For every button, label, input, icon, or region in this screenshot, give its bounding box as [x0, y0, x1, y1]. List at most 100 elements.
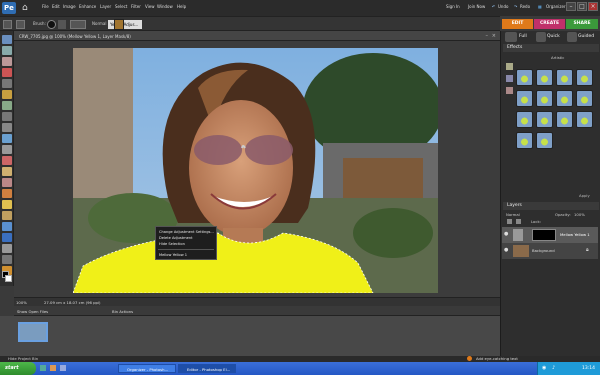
effect-thumb[interactable]: [516, 132, 533, 149]
tab-share[interactable]: SHARE: [566, 19, 598, 29]
layer-styles-icon[interactable]: [506, 75, 513, 82]
type-tool-icon[interactable]: [2, 112, 12, 121]
join-now-link[interactable]: Join Now: [468, 4, 485, 9]
menu-edit[interactable]: Edit: [52, 4, 60, 9]
menu-select[interactable]: Select: [115, 4, 127, 9]
full-edit-icon[interactable]: [505, 32, 517, 42]
delete-layer-icon[interactable]: [516, 219, 521, 224]
quick-edit-tab[interactable]: Quick: [547, 34, 560, 39]
shape-tool-icon[interactable]: [2, 244, 12, 253]
menu-view[interactable]: View: [145, 4, 155, 9]
show-open-files-dropdown[interactable]: Show Open Files: [17, 309, 48, 314]
menu-file[interactable]: File: [42, 4, 49, 9]
effect-thumb[interactable]: [536, 132, 553, 149]
eyedropper-tool-icon[interactable]: [2, 68, 12, 77]
magic-wand-tool-icon[interactable]: [2, 101, 12, 110]
bin-actions-button[interactable]: Bin Actions: [112, 309, 133, 314]
effect-thumb[interactable]: [536, 69, 553, 86]
effect-thumb[interactable]: [516, 69, 533, 86]
layer-name[interactable]: Background: [532, 248, 555, 253]
quicklaunch-icon[interactable]: [40, 365, 46, 371]
home-icon[interactable]: ⌂: [22, 3, 32, 13]
quick-edit-icon[interactable]: [536, 32, 546, 42]
menu-item-change-adjustment[interactable]: Change Adjustment Settings...: [159, 230, 214, 234]
background-color-swatch[interactable]: [5, 275, 12, 282]
volume-icon[interactable]: ♪: [552, 365, 555, 371]
effect-thumb[interactable]: [576, 111, 593, 128]
effect-thumb[interactable]: [516, 111, 533, 128]
effect-thumb[interactable]: [556, 69, 573, 86]
organizer-button[interactable]: Organizer: [546, 4, 566, 9]
zoom-level[interactable]: 100%: [16, 300, 27, 305]
taskbar-editor[interactable]: Editor - Photoshop El...: [178, 364, 236, 373]
brush-size-slider[interactable]: [58, 20, 66, 29]
menu-item-hide-selection[interactable]: Hide Selection: [159, 242, 185, 246]
effect-thumb[interactable]: [556, 90, 573, 107]
tab-create[interactable]: CREATE: [534, 19, 565, 29]
eraser-tool-icon[interactable]: [2, 189, 12, 198]
effect-thumb[interactable]: [536, 90, 553, 107]
brush-preview[interactable]: [47, 20, 56, 29]
open-file-thumb[interactable]: [18, 322, 48, 342]
cookie-cutter-tool-icon[interactable]: [2, 134, 12, 143]
photo-effects-icon[interactable]: [506, 87, 513, 94]
healing-tool-icon[interactable]: [2, 167, 12, 176]
redo-button[interactable]: Redo: [520, 4, 530, 9]
sign-in-link[interactable]: Sign In: [446, 4, 460, 9]
effect-thumb[interactable]: [576, 90, 593, 107]
layers-header[interactable]: Layers: [503, 202, 599, 210]
crop-tool-icon[interactable]: [2, 123, 12, 132]
undo-icon[interactable]: ↶: [492, 4, 495, 9]
hide-project-bin[interactable]: Hide Project Bin: [8, 356, 38, 361]
full-edit-tab[interactable]: Full: [519, 34, 527, 39]
layer-mask-thumb[interactable]: [532, 229, 556, 241]
quicklaunch-icon[interactable]: [60, 365, 66, 371]
menu-item-mellow-yellow[interactable]: Mellow Yellow 1: [159, 253, 187, 257]
layer-row-background[interactable]: ● Background 🔒︎: [502, 243, 598, 259]
menu-image[interactable]: Image: [63, 4, 76, 9]
effect-thumb[interactable]: [516, 90, 533, 107]
maximize-icon[interactable]: □: [577, 2, 587, 11]
eye-icon[interactable]: ●: [504, 247, 508, 253]
zoom-tool-icon[interactable]: [2, 46, 12, 55]
guided-edit-tab[interactable]: Guided: [578, 34, 594, 39]
menu-help[interactable]: Help: [177, 4, 186, 9]
menu-layer[interactable]: Layer: [100, 4, 111, 9]
doc-close-icon[interactable]: ×: [492, 33, 496, 39]
network-icon[interactable]: ◉: [542, 365, 546, 371]
effects-header[interactable]: Effects: [503, 44, 599, 52]
effect-thumb[interactable]: [556, 111, 573, 128]
mode-label[interactable]: Normal: [92, 21, 106, 26]
airbrush-toggle[interactable]: [70, 20, 86, 29]
menu-enhance[interactable]: Enhance: [79, 4, 96, 9]
blur-tool-icon[interactable]: [2, 255, 12, 264]
blend-mode-dropdown[interactable]: Normal: [506, 212, 520, 217]
effects-filter-dropdown[interactable]: Artistic: [551, 55, 564, 60]
menu-item-delete-adjustment[interactable]: Delete Adjustment: [159, 236, 193, 240]
start-button[interactable]: start: [0, 362, 36, 375]
undo-button[interactable]: Undo: [498, 4, 508, 9]
photo-canvas[interactable]: [73, 48, 438, 293]
tip-text[interactable]: Add eye-catching text: [476, 356, 518, 361]
effect-thumb[interactable]: [536, 111, 553, 128]
paint-bucket-tool-icon[interactable]: [2, 222, 12, 231]
tab-edit[interactable]: EDIT: [502, 19, 533, 29]
effect-thumb[interactable]: [576, 69, 593, 86]
brush-tool-icon[interactable]: [2, 200, 12, 209]
layer-row-adjustment[interactable]: ● Mellow Yellow 1: [502, 227, 598, 243]
clone-stamp-tool-icon[interactable]: [2, 178, 12, 187]
brush-preset-icon[interactable]: [16, 20, 25, 29]
smart-brush-tool-icon[interactable]: [2, 211, 12, 220]
document-tab[interactable]: CRW_7705.jpg @ 100% (Mellow Yellow 1, La…: [14, 31, 500, 41]
move-tool-icon[interactable]: [2, 35, 12, 44]
menu-window[interactable]: Window: [157, 4, 173, 9]
minimize-icon[interactable]: –: [566, 2, 576, 11]
opacity-field[interactable]: 100%: [574, 212, 585, 217]
new-layer-icon[interactable]: [507, 219, 512, 224]
taskbar-organizer[interactable]: Organizer - Photosh...: [118, 364, 176, 373]
filters-icon[interactable]: [506, 63, 513, 70]
eye-icon[interactable]: ●: [504, 231, 508, 237]
guided-edit-icon[interactable]: [567, 32, 577, 42]
organizer-icon[interactable]: ▦: [538, 4, 542, 9]
lasso-tool-icon[interactable]: [2, 90, 12, 99]
